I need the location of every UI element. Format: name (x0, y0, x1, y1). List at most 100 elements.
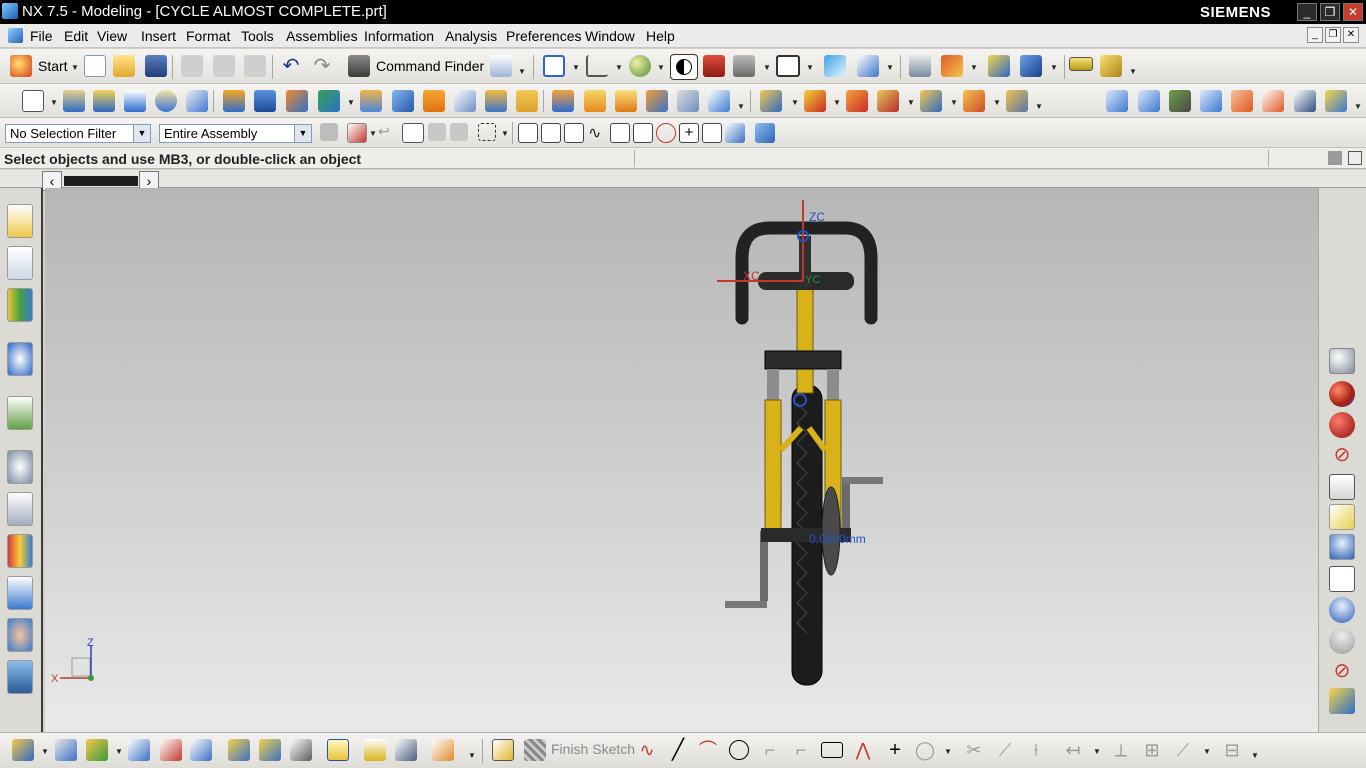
finish-sketch-button[interactable]: Finish Sketch (551, 741, 635, 757)
offset-curve-icon[interactable]: ◯ (914, 739, 936, 761)
fillet-icon[interactable]: ⌐ (759, 739, 781, 761)
section-surface-icon[interactable] (1200, 90, 1222, 112)
start-dropdown-icon[interactable]: ▼ (71, 63, 79, 72)
dropdown-icon[interactable]: ▼ (737, 102, 745, 111)
dropdown-icon[interactable]: ▼ (791, 98, 799, 107)
doc-close-button[interactable]: ✕ (1343, 27, 1359, 43)
close-button[interactable]: ✕ (1343, 3, 1363, 21)
dropdown-icon[interactable]: ▼ (115, 747, 123, 756)
background-style-icon[interactable] (1329, 474, 1355, 500)
menu-help[interactable]: Help (646, 28, 675, 44)
mirror-feature-icon[interactable] (646, 90, 668, 112)
highlight-hidden-icon[interactable] (428, 123, 446, 141)
dropdown-icon[interactable]: ▼ (806, 63, 814, 72)
tab-scroll-thumb[interactable] (64, 176, 138, 186)
dropdown-icon[interactable]: ▼ (41, 747, 49, 756)
studio-surface-icon[interactable] (1294, 90, 1316, 112)
dropdown-icon[interactable]: ▼ (572, 63, 580, 72)
rectangle-select-icon[interactable] (478, 123, 496, 141)
reset-filter-icon[interactable]: ↩ (378, 123, 396, 141)
chevron-down-icon[interactable]: ▼ (294, 125, 311, 142)
fullscreen-icon[interactable] (1348, 151, 1362, 165)
trim-sheet-icon[interactable] (1325, 90, 1347, 112)
wave-interpart-icon[interactable] (364, 739, 386, 761)
sketch-task-environment-icon[interactable] (492, 739, 514, 761)
sketch-icon[interactable] (22, 90, 44, 112)
dropdown-icon[interactable]: ▼ (1129, 67, 1137, 76)
doc-restore-button[interactable]: ❐ (1325, 27, 1341, 43)
revolve-icon[interactable] (93, 90, 115, 112)
dimension-sketch-icon[interactable]: ↤ (1062, 739, 1084, 761)
menu-file[interactable]: File (30, 28, 53, 44)
chamfer-icon[interactable] (552, 90, 574, 112)
reposition-component-icon[interactable] (877, 90, 899, 112)
dropdown-icon[interactable]: ▼ (1251, 751, 1259, 760)
dropdown-icon[interactable]: ▼ (50, 98, 58, 107)
swept-icon[interactable] (1169, 90, 1191, 112)
menu-preferences[interactable]: Preferences (506, 28, 581, 44)
snap-enable-icon[interactable] (518, 123, 538, 143)
menu-information[interactable]: Information (364, 28, 434, 44)
hidden-edges-icon[interactable] (733, 55, 755, 77)
reattach-icon[interactable]: ⊟ (1221, 739, 1243, 761)
render-style-icon[interactable] (629, 55, 651, 77)
dropdown-icon[interactable]: ▼ (1093, 747, 1101, 756)
background-icon[interactable] (776, 55, 800, 77)
make-corner-icon[interactable]: ⟊ (1025, 739, 1047, 761)
lights-icon[interactable] (1329, 504, 1355, 530)
assembly-navigator-tool-icon[interactable] (12, 739, 34, 761)
cut-icon[interactable] (181, 55, 203, 77)
move-object-icon[interactable] (1020, 55, 1042, 77)
promote-body-icon[interactable] (327, 739, 349, 761)
n-sided-surface-icon[interactable] (1262, 90, 1284, 112)
wireframe-icon[interactable] (703, 55, 725, 77)
interference-icon[interactable] (395, 739, 417, 761)
wrench-icon[interactable] (1329, 688, 1355, 714)
through-curves-icon[interactable] (1106, 90, 1128, 112)
fork-stanchion-right[interactable] (827, 369, 839, 403)
dropdown-icon[interactable]: ▼ (1203, 747, 1211, 756)
menu-assemblies[interactable]: Assemblies (286, 28, 358, 44)
graphics-window[interactable]: ZC XC YC 0.0000mm Z X (45, 188, 1318, 732)
relations-browser-icon[interactable] (290, 739, 312, 761)
dropdown-icon[interactable]: ▼ (763, 63, 771, 72)
binoculars-icon[interactable] (348, 55, 370, 77)
bounded-plane-icon[interactable] (1231, 90, 1253, 112)
new-file-icon[interactable] (84, 55, 106, 77)
open-folder-icon[interactable] (113, 55, 135, 77)
no-entry-icon[interactable]: ⊘ (1329, 658, 1355, 684)
frame-tube-left[interactable] (764, 399, 782, 541)
menu-insert[interactable]: Insert (141, 28, 176, 44)
add-component-icon[interactable] (760, 90, 782, 112)
pedal-right[interactable] (843, 477, 883, 484)
new-component-icon[interactable] (804, 90, 826, 112)
point-icon[interactable] (318, 90, 340, 112)
reuse-library-icon[interactable] (7, 342, 33, 376)
exploded-views-icon[interactable] (963, 90, 985, 112)
dropdown-icon[interactable]: ▼ (657, 63, 665, 72)
roles-icon[interactable] (7, 618, 33, 652)
document-icon[interactable] (8, 28, 23, 43)
offset-face-icon[interactable] (677, 90, 699, 112)
doc-minimize-button[interactable]: _ (1307, 27, 1323, 43)
camera-icon[interactable] (1329, 597, 1355, 623)
snap-existing-point-icon[interactable]: + (679, 123, 699, 143)
type-filter-select[interactable]: No Selection Filter ▼ (5, 124, 151, 143)
dropdown-icon[interactable]: ▼ (970, 63, 978, 72)
command-finder-button[interactable]: Command Finder (376, 58, 484, 74)
dropdown-icon[interactable]: ▼ (833, 98, 841, 107)
material-sphere-icon[interactable] (1329, 412, 1355, 438)
orient-view-icon[interactable] (586, 55, 608, 77)
seat-post[interactable] (796, 282, 814, 394)
pedal-left[interactable] (725, 601, 767, 608)
user-presentation-icon[interactable] (1329, 534, 1355, 560)
move-layer-icon[interactable] (857, 55, 879, 77)
grid-icon[interactable] (1329, 566, 1355, 592)
wcs-orient-icon[interactable] (941, 55, 963, 77)
menu-view[interactable]: View (97, 28, 127, 44)
dropdown-icon[interactable]: ▼ (347, 98, 355, 107)
quick-extend-icon[interactable]: ⟋ (994, 739, 1016, 761)
start-button[interactable]: Start (38, 58, 68, 74)
no-entry-icon[interactable]: ⊘ (1329, 442, 1355, 468)
fork-stanchion-left[interactable] (767, 369, 779, 403)
